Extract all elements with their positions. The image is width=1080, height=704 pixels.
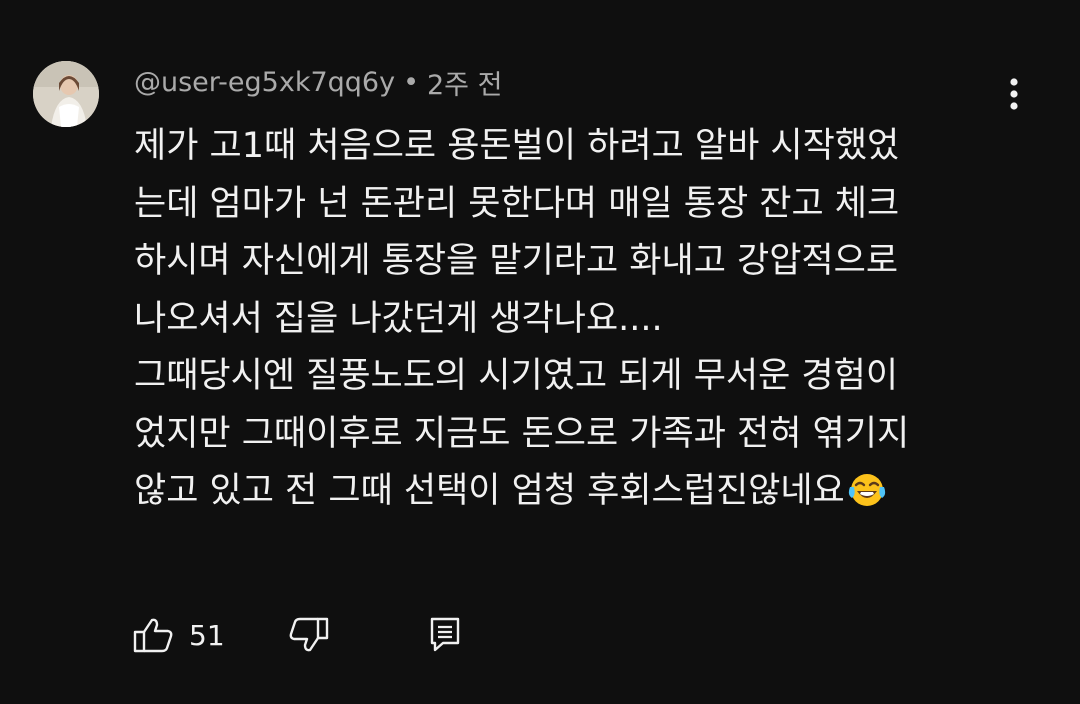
comment-line: 제가 고1때 처음으로 용돈벌이 하려고 알바 시작했었 — [134, 126, 900, 166]
more-actions-button[interactable] — [996, 74, 1032, 114]
more-vert-icon — [1010, 78, 1018, 110]
comment-line: 않고 있고 전 그때 선택이 엄청 후회스럽진않네요 — [134, 471, 845, 511]
comment-line: 나오셔서 집을 나갔던게 생각나요.... — [134, 298, 663, 339]
header-separator: • — [403, 66, 419, 98]
like-button[interactable]: 51 — [133, 612, 225, 658]
comment-text: 제가 고1때 처음으로 용돈벌이 하려고 알바 시작했었 는데 엄마가 넌 돈관… — [134, 118, 1034, 527]
comment-line: 는데 엄마가 넌 돈관리 못한다며 매일 통장 잔고 체크 — [134, 183, 900, 224]
reply-button[interactable] — [427, 612, 463, 658]
comment-line: 그때당시엔 질풍노도의 시기였고 되게 무서운 경험이 — [134, 356, 899, 396]
avatar[interactable] — [33, 61, 99, 127]
thumb-up-icon — [133, 618, 173, 653]
avatar-image — [33, 61, 99, 127]
reply-comment-icon — [430, 617, 460, 652]
comment-header: @user-eg5xk7qq6y • 2주 전 — [134, 62, 502, 102]
comment-thread: @user-eg5xk7qq6y • 2주 전 제가 고1때 처음으로 용돈벌이… — [0, 0, 1080, 704]
comment-timestamp[interactable]: 2주 전 — [427, 63, 502, 102]
comment-line: 하시며 자신에게 통장을 맡기라고 화내고 강압적으로 — [134, 241, 899, 281]
tears-of-joy-emoji-icon — [847, 469, 887, 527]
comment-line: 었지만 그때이후로 지금도 돈으로 가족과 전혀 엮기지 — [134, 413, 910, 454]
like-count: 51 — [189, 618, 225, 652]
author-name[interactable]: @user-eg5xk7qq6y — [134, 67, 395, 98]
dislike-button[interactable] — [287, 612, 329, 658]
thumb-down-icon — [289, 617, 329, 652]
